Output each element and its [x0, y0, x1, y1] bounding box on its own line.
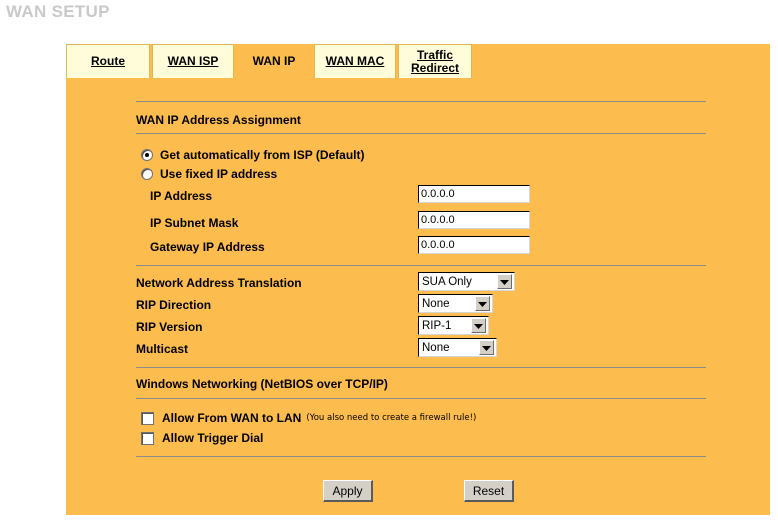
chevron-down-icon [475, 296, 490, 311]
allow-trigger-dial-checkbox[interactable] [141, 431, 154, 445]
tab-route-label: Route [91, 54, 125, 68]
rip-direction-select[interactable]: None [418, 294, 493, 313]
label-ip-address: IP Address [150, 189, 213, 203]
chevron-down-icon [497, 274, 512, 289]
label-rip-direction: RIP Direction [136, 298, 212, 312]
gateway-ip-address-input[interactable] [418, 236, 530, 254]
rip-version-select[interactable]: RIP-1 [418, 316, 489, 335]
checkbox-row-allow-wan-to-lan[interactable]: Allow From WAN to LAN (You also need to … [141, 411, 476, 425]
radio-get-automatically[interactable] [141, 149, 153, 161]
tab-wan-ip-label: WAN IP [252, 54, 296, 68]
divider-top [136, 101, 706, 102]
network-address-translation-value: SUA Only [422, 275, 472, 288]
divider-above-windows-networking [136, 367, 706, 368]
tab-wan-ip[interactable]: WAN IP [236, 44, 312, 78]
tab-route[interactable]: Route [66, 44, 150, 78]
multicast-select[interactable]: None [418, 338, 497, 357]
tab-wan-isp-label: WAN ISP [167, 54, 219, 68]
section-heading-windows-networking: Windows Networking (NetBIOS over TCP/IP) [136, 377, 388, 391]
tab-traffic-redirect-label: Traffic Redirect [410, 47, 460, 75]
radio-row-auto-ip[interactable]: Get automatically from ISP (Default) [141, 148, 365, 162]
radio-use-fixed-ip-label: Use fixed IP address [160, 167, 278, 181]
divider-above-routing [136, 265, 706, 266]
allow-trigger-dial-label: Allow Trigger Dial [162, 431, 264, 445]
allow-wan-to-lan-label: Allow From WAN to LAN [162, 411, 302, 425]
label-multicast: Multicast [136, 342, 189, 356]
divider-under-ip-heading [136, 133, 706, 134]
app-root: WAN SETUP Route WAN ISP WAN IP WAN MAC T… [0, 0, 778, 528]
network-address-translation-select[interactable]: SUA Only [418, 272, 515, 291]
tab-wan-isp[interactable]: WAN ISP [152, 44, 234, 78]
tab-wan-mac[interactable]: WAN MAC [314, 44, 396, 78]
checkbox-row-allow-trigger-dial[interactable]: Allow Trigger Dial [141, 431, 263, 445]
label-ip-subnet-mask: IP Subnet Mask [150, 216, 239, 230]
tab-wan-mac-label: WAN MAC [325, 54, 385, 68]
tab-bar: Route WAN ISP WAN IP WAN MAC Traffic Red… [66, 44, 770, 78]
radio-get-automatically-label: Get automatically from ISP (Default) [160, 148, 365, 162]
chevron-down-icon [471, 318, 486, 333]
radio-row-fixed-ip[interactable]: Use fixed IP address [141, 167, 277, 181]
allow-wan-to-lan-hint: (You also need to create a firewall rule… [306, 413, 477, 423]
ip-address-input[interactable] [418, 185, 530, 203]
divider-under-windows-heading [136, 398, 706, 399]
chevron-down-icon [479, 340, 494, 355]
label-rip-version: RIP Version [136, 320, 203, 334]
tab-traffic-redirect[interactable]: Traffic Redirect [398, 44, 472, 78]
apply-button[interactable]: Apply [323, 480, 373, 502]
reset-button[interactable]: Reset [464, 480, 514, 502]
page-title: WAN SETUP [6, 2, 110, 21]
rip-version-value: RIP-1 [422, 319, 452, 332]
radio-use-fixed-ip[interactable] [141, 168, 153, 180]
multicast-value: None [422, 341, 450, 354]
ip-subnet-mask-input[interactable] [418, 211, 530, 229]
label-gateway-ip-address: Gateway IP Address [150, 240, 265, 254]
section-heading-ip-assignment: WAN IP Address Assignment [136, 113, 301, 127]
divider-above-buttons [136, 456, 706, 457]
label-network-address-translation: Network Address Translation [136, 276, 302, 290]
allow-wan-to-lan-checkbox[interactable] [141, 411, 154, 425]
rip-direction-value: None [422, 297, 450, 310]
